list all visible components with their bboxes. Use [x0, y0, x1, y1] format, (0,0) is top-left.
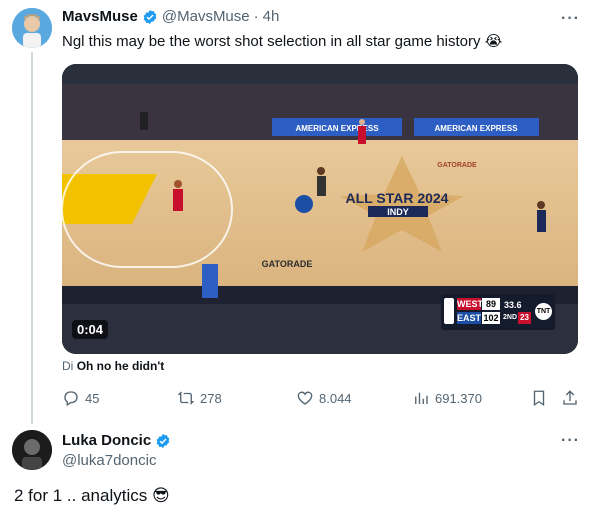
view-count: 691.370: [435, 390, 482, 406]
reply-text: 2 for 1 .. analytics: [14, 486, 148, 505]
reply-icon: [64, 391, 78, 406]
share-button[interactable]: [561, 389, 579, 407]
separator-dot: ·: [253, 8, 259, 25]
quarter: 2ND: [503, 314, 518, 321]
game-clock: 33.6: [504, 300, 522, 310]
retweet-icon: [177, 391, 195, 405]
caption-prefix: Di: [62, 359, 74, 373]
scoreboard-overlay: WEST 89 EAST 102 33.6 2ND 23 TNT: [441, 294, 555, 330]
reply-author-name[interactable]: Luka Doncic: [62, 432, 151, 449]
reply-author-handle[interactable]: @luka7doncic: [62, 452, 156, 469]
avatar[interactable]: [12, 430, 52, 470]
verified-badge-icon: [156, 433, 170, 448]
court-logo-main: ALL STAR 2024: [346, 190, 449, 206]
sponsor-board-1: AMERICAN EXPRESS: [295, 124, 379, 133]
video-caption: Oh no he didn't: [76, 359, 165, 373]
network-logo: TNT: [535, 303, 552, 320]
video-timecode: 0:04: [72, 320, 109, 339]
floor-ad-2: GATORADE: [437, 162, 477, 169]
crying-emoji: 😭: [484, 32, 503, 50]
more-options-icon[interactable]: ···: [561, 10, 580, 28]
timestamp[interactable]: 4h: [263, 8, 280, 25]
analytics-icon: [415, 392, 428, 404]
avatar[interactable]: [12, 8, 52, 48]
team2-label: EAST: [457, 312, 482, 324]
team1-label: WEST: [457, 298, 483, 310]
court-logo-sub: INDY: [387, 207, 409, 217]
like-count: 8.044: [319, 390, 352, 406]
shot-clock: 23: [518, 312, 531, 324]
reply-count: 45: [85, 390, 100, 406]
author-name[interactable]: MavsMuse: [62, 8, 138, 25]
like-button[interactable]: 8.044: [296, 389, 352, 407]
sponsor-board-2: AMERICAN EXPRESS: [434, 124, 518, 133]
heart-icon: [297, 391, 313, 405]
verified-badge-icon: [143, 9, 157, 24]
bookmark-button[interactable]: [530, 389, 548, 407]
thread-line: [31, 52, 33, 424]
retweet-count: 278: [200, 390, 222, 406]
bookmark-icon: [533, 390, 545, 407]
author-handle[interactable]: @MavsMuse: [162, 8, 250, 25]
more-options-icon[interactable]: ···: [561, 432, 580, 450]
views-button[interactable]: 691.370: [412, 389, 482, 407]
team1-score: 89: [482, 298, 500, 310]
sunglasses-emoji: 😎: [151, 486, 170, 506]
retweet-button[interactable]: 278: [177, 389, 222, 407]
floor-ad: GATORADE: [262, 259, 313, 269]
team2-score: 102: [482, 312, 500, 324]
reply-button[interactable]: 45: [62, 389, 99, 407]
nba-logo-icon: [444, 298, 454, 324]
tweet-text: Ngl this may be the worst shot selection…: [62, 33, 481, 50]
share-icon: [563, 390, 577, 405]
